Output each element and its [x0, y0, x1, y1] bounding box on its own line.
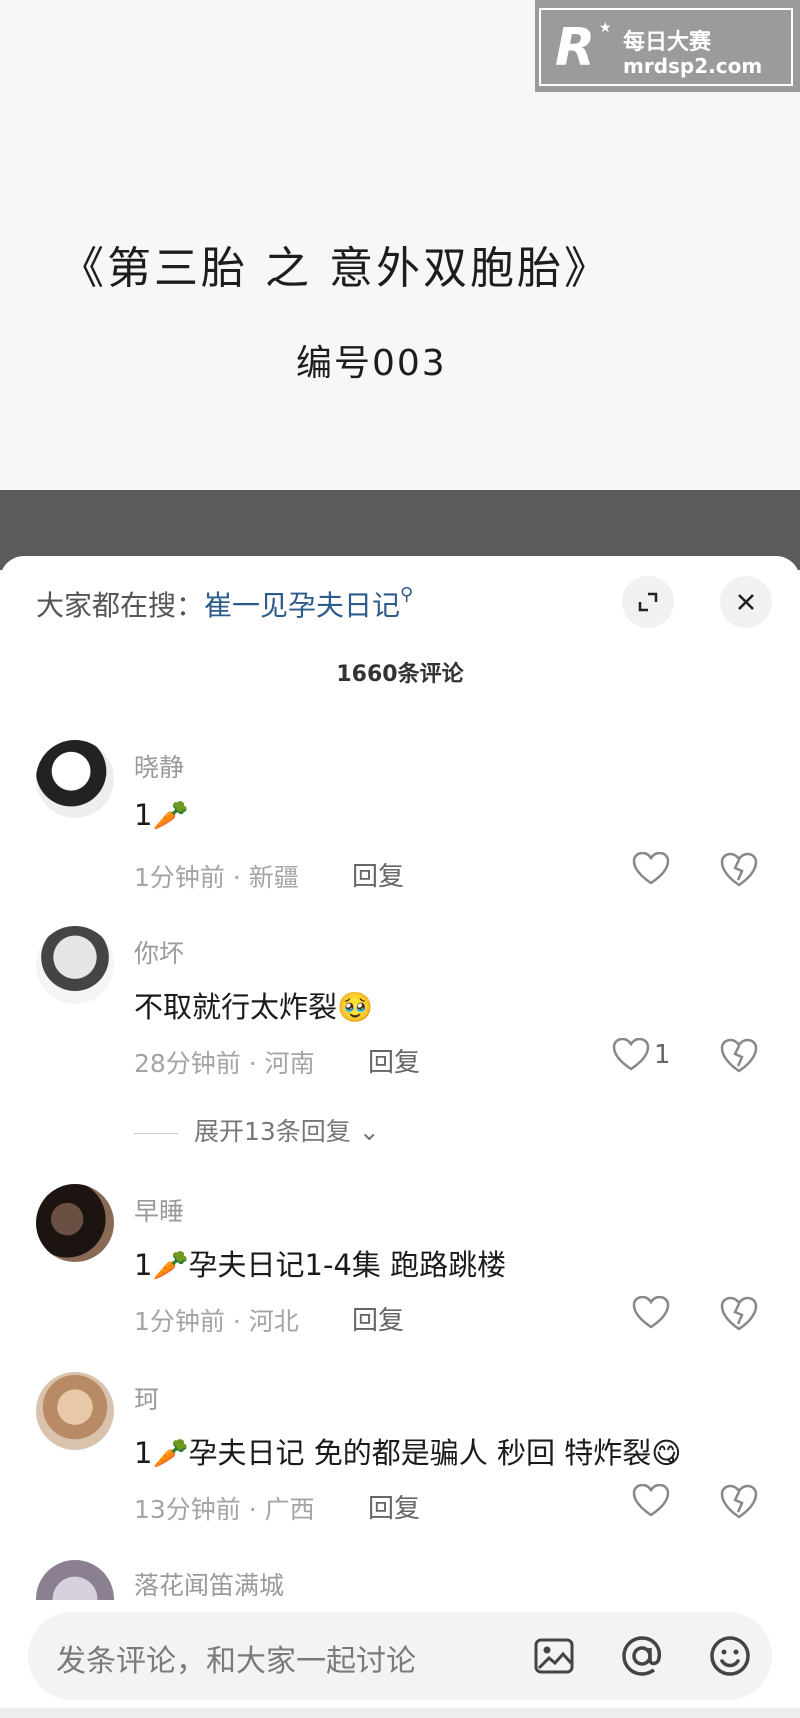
- chevron-down-icon: ⌄: [358, 1117, 380, 1146]
- image-icon: [534, 1638, 574, 1674]
- watermark-url: mrdsp2.com: [623, 54, 763, 78]
- comment-username[interactable]: 晓静: [134, 748, 184, 784]
- broken-heart-icon[interactable]: [720, 1484, 758, 1520]
- avatar[interactable]: [36, 926, 114, 1004]
- video-code: 编号003: [296, 343, 447, 384]
- mention-button[interactable]: [616, 1630, 668, 1682]
- reply-button[interactable]: 回复: [368, 1042, 420, 1079]
- broken-heart-icon[interactable]: [720, 1296, 758, 1332]
- emoji-icon: [710, 1636, 750, 1676]
- avatar[interactable]: [36, 1184, 114, 1262]
- comment-meta: 28分钟前 · 河南: [134, 1049, 315, 1078]
- search-suggestion[interactable]: 大家都在搜：崔一见孕夫日记⚲: [36, 584, 413, 624]
- broken-heart-icon[interactable]: [720, 1038, 758, 1074]
- comment-username[interactable]: 落花闻笛满城: [134, 1566, 284, 1600]
- watermark-title: 每日大赛: [623, 30, 712, 55]
- expand-sheet-button[interactable]: [622, 576, 674, 628]
- video-title: 《第三胎 之 意外双胞胎》: [60, 243, 611, 294]
- watermark-logo: R: [555, 18, 596, 78]
- avatar[interactable]: [36, 740, 114, 818]
- watermark-frame: R ★ 每日大赛 mrdsp2.com: [539, 8, 793, 86]
- comment-text: 1🥕孕夫日记 免的都是骗人 秒回 特炸裂😋: [134, 1436, 682, 1470]
- avatar[interactable]: [36, 1560, 114, 1600]
- image-button[interactable]: [528, 1630, 580, 1682]
- comment-input-placeholder: 发条评论，和大家一起讨论: [56, 1644, 416, 1679]
- avatar[interactable]: [36, 1372, 114, 1450]
- comment-username[interactable]: 珂: [134, 1380, 159, 1416]
- expand-replies-label: 展开13条回复: [194, 1117, 351, 1146]
- comment-meta: 1分钟前 · 新疆: [134, 863, 299, 892]
- comment-input[interactable]: 发条评论，和大家一起讨论: [28, 1612, 772, 1700]
- like-count: 1: [654, 1040, 671, 1070]
- broken-heart-icon[interactable]: [720, 852, 758, 888]
- heart-icon[interactable]: [632, 852, 670, 886]
- search-suggestion-keyword[interactable]: 崔一见孕夫日记: [204, 589, 400, 622]
- watermark: R ★ 每日大赛 mrdsp2.com: [535, 0, 800, 92]
- reply-button[interactable]: 回复: [368, 1488, 420, 1525]
- comment-username[interactable]: 早睡: [134, 1192, 184, 1228]
- close-icon: [738, 594, 754, 610]
- heart-icon[interactable]: [612, 1038, 650, 1072]
- close-button[interactable]: [720, 576, 772, 628]
- comment-text: 1🥕: [134, 798, 189, 832]
- search-suggestion-prefix: 大家都在搜：: [36, 589, 205, 622]
- comment-meta: 13分钟前 · 广西: [134, 1495, 315, 1524]
- divider: [134, 1132, 178, 1134]
- search-icon: ⚲: [400, 584, 414, 605]
- comment-username[interactable]: 你坏: [134, 934, 184, 970]
- comment-count: 1660条评论: [336, 662, 464, 687]
- reply-button[interactable]: 回复: [352, 1300, 404, 1337]
- comment-meta: 1分钟前 · 河北: [134, 1307, 299, 1336]
- expand-replies-button[interactable]: 展开13条回复 ⌄: [134, 1112, 380, 1148]
- comment-text: 不取就行太炸裂🥹: [134, 990, 374, 1024]
- emoji-button[interactable]: [704, 1630, 756, 1682]
- heart-icon[interactable]: [632, 1296, 670, 1330]
- heart-icon[interactable]: [632, 1484, 670, 1518]
- star-icon: ★: [599, 20, 612, 36]
- comment-text: 1🥕孕夫日记1-4集 跑路跳楼: [134, 1248, 507, 1282]
- comment-item: 落花闻笛满城: [0, 1560, 800, 1600]
- bottom-edge: [0, 1708, 800, 1718]
- reply-button[interactable]: 回复: [352, 856, 404, 893]
- at-icon: [622, 1636, 662, 1676]
- expand-icon: [638, 592, 658, 612]
- comment-sheet: 大家都在搜：崔一见孕夫日记⚲ 1660条评论: [0, 556, 800, 1718]
